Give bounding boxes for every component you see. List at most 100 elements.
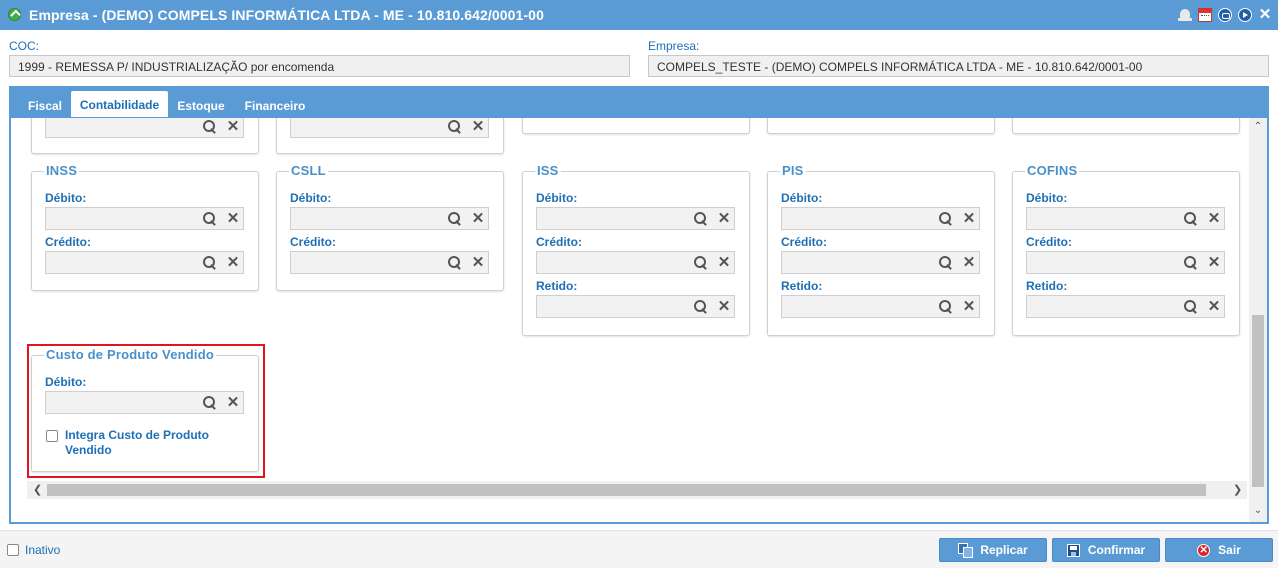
csll-debito-input[interactable] — [291, 208, 441, 229]
clear-icon[interactable]: ✕ — [717, 255, 731, 270]
replicar-button[interactable]: Replicar — [939, 538, 1047, 562]
cofins-retido-field[interactable]: ✕ — [1026, 295, 1225, 318]
iss-debito-field[interactable]: ✕ — [536, 207, 735, 230]
search-icon[interactable] — [448, 120, 462, 134]
company-window: Empresa - (DEMO) COMPELS INFORMÁTICA LTD… — [0, 0, 1278, 568]
pis-credito-input[interactable] — [782, 252, 932, 273]
group-custo-produto-vendido: Custo de Produto Vendido Débito: ✕ Integ… — [31, 347, 259, 472]
pis-debito-input[interactable] — [782, 208, 932, 229]
iss-retido-input[interactable] — [537, 296, 687, 317]
iss-retido-field[interactable]: ✕ — [536, 295, 735, 318]
search-icon[interactable] — [1184, 300, 1198, 314]
lookup-input[interactable] — [291, 118, 441, 137]
circle-icon[interactable] — [1218, 8, 1232, 22]
inss-credito-field[interactable]: ✕ — [45, 251, 244, 274]
scroll-right-icon[interactable]: ❯ — [1233, 484, 1242, 496]
search-icon[interactable] — [939, 300, 953, 314]
cofins-debito-field[interactable]: ✕ — [1026, 207, 1225, 230]
calendar-icon[interactable] — [1198, 8, 1212, 22]
horizontal-scroll-thumb[interactable] — [47, 484, 1206, 496]
clear-icon[interactable]: ✕ — [226, 211, 240, 226]
clear-icon[interactable]: ✕ — [962, 299, 976, 314]
search-icon[interactable] — [1184, 256, 1198, 270]
close-icon[interactable]: ✕ — [1258, 7, 1272, 22]
clear-icon[interactable]: ✕ — [1207, 299, 1221, 314]
clear-icon[interactable]: ✕ — [471, 211, 485, 226]
coc-label: COC: — [9, 39, 39, 53]
search-icon[interactable] — [203, 120, 217, 134]
pis-debito-field[interactable]: ✕ — [781, 207, 980, 230]
debito-label: Débito: — [45, 375, 87, 389]
csll-debito-field[interactable]: ✕ — [290, 207, 489, 230]
tab-financeiro[interactable]: Financeiro — [237, 92, 313, 118]
csll-credito-input[interactable] — [291, 252, 441, 273]
iss-credito-field[interactable]: ✕ — [536, 251, 735, 274]
cofins-debito-input[interactable] — [1027, 208, 1177, 229]
clear-icon[interactable]: ✕ — [471, 255, 485, 270]
integra-cpv-checkbox[interactable] — [46, 430, 58, 442]
vertical-scroll-thumb[interactable] — [1252, 315, 1264, 487]
search-icon[interactable] — [694, 300, 708, 314]
scroll-up-icon[interactable]: ⌃ — [1253, 122, 1263, 132]
sair-button-label: Sair — [1218, 543, 1241, 557]
inss-credito-input[interactable] — [46, 252, 196, 273]
coc-field[interactable]: 1999 - REMESSA P/ INDUSTRIALIZAÇÃO por e… — [9, 55, 630, 77]
clear-icon[interactable]: ✕ — [226, 395, 240, 410]
csll-credito-field[interactable]: ✕ — [290, 251, 489, 274]
search-icon[interactable] — [203, 256, 217, 270]
cofins-credito-field[interactable]: ✕ — [1026, 251, 1225, 274]
pis-retido-field[interactable]: ✕ — [781, 295, 980, 318]
search-icon[interactable] — [939, 212, 953, 226]
iss-debito-input[interactable] — [537, 208, 687, 229]
clear-icon[interactable]: ✕ — [717, 211, 731, 226]
group-upper-5 — [1012, 118, 1240, 134]
group-title: PIS — [780, 163, 806, 178]
clear-icon[interactable]: ✕ — [962, 211, 976, 226]
search-icon[interactable] — [939, 256, 953, 270]
search-icon[interactable] — [448, 256, 462, 270]
vertical-scrollbar[interactable]: ⌃ ⌄ — [1249, 118, 1267, 522]
group-title: ISS — [535, 163, 561, 178]
cofins-retido-input[interactable] — [1027, 296, 1177, 317]
search-icon[interactable] — [448, 212, 462, 226]
lookup-input[interactable] — [46, 118, 196, 137]
inss-debito-input[interactable] — [46, 208, 196, 229]
retido-label: Retido: — [1026, 279, 1068, 293]
lookup-field[interactable]: ✕ — [45, 118, 244, 138]
search-icon[interactable] — [694, 212, 708, 226]
search-icon[interactable] — [694, 256, 708, 270]
clear-icon[interactable]: ✕ — [717, 299, 731, 314]
lookup-field[interactable]: ✕ — [290, 118, 489, 138]
cofins-credito-input[interactable] — [1027, 252, 1177, 273]
inss-debito-field[interactable]: ✕ — [45, 207, 244, 230]
group-upper-4 — [767, 118, 995, 134]
play-icon[interactable] — [1238, 8, 1252, 22]
pis-credito-field[interactable]: ✕ — [781, 251, 980, 274]
iss-credito-input[interactable] — [537, 252, 687, 273]
clear-icon[interactable]: ✕ — [1207, 211, 1221, 226]
search-icon[interactable] — [1184, 212, 1198, 226]
cpv-debito-input[interactable] — [46, 392, 196, 413]
tab-fiscal[interactable]: Fiscal — [15, 92, 75, 118]
clear-icon[interactable]: ✕ — [1207, 255, 1221, 270]
sair-button[interactable]: ✕ Sair — [1165, 538, 1273, 562]
scroll-left-icon[interactable]: ❮ — [33, 484, 42, 496]
clear-icon[interactable]: ✕ — [471, 119, 485, 134]
footer-bar: Inativo Replicar Confirmar ✕ Sair — [0, 530, 1278, 568]
empresa-field[interactable]: COMPELS_TESTE - (DEMO) COMPELS INFORMÁTI… — [648, 55, 1269, 77]
search-icon[interactable] — [203, 396, 217, 410]
tab-estoque[interactable]: Estoque — [169, 92, 233, 118]
clear-icon[interactable]: ✕ — [226, 255, 240, 270]
scroll-down-icon[interactable]: ⌄ — [1253, 506, 1263, 516]
pis-retido-input[interactable] — [782, 296, 932, 317]
clear-icon[interactable]: ✕ — [226, 119, 240, 134]
cpv-debito-field[interactable]: ✕ — [45, 391, 244, 414]
search-icon[interactable] — [203, 212, 217, 226]
confirmar-button[interactable]: Confirmar — [1052, 538, 1160, 562]
clear-icon[interactable]: ✕ — [962, 255, 976, 270]
horizontal-scrollbar[interactable]: ❮ ❯ — [27, 481, 1247, 499]
inativo-checkbox[interactable] — [7, 544, 19, 556]
bell-icon[interactable] — [1178, 8, 1192, 22]
debito-label: Débito: — [536, 191, 578, 205]
tab-contabilidade[interactable]: Contabilidade — [71, 91, 168, 117]
